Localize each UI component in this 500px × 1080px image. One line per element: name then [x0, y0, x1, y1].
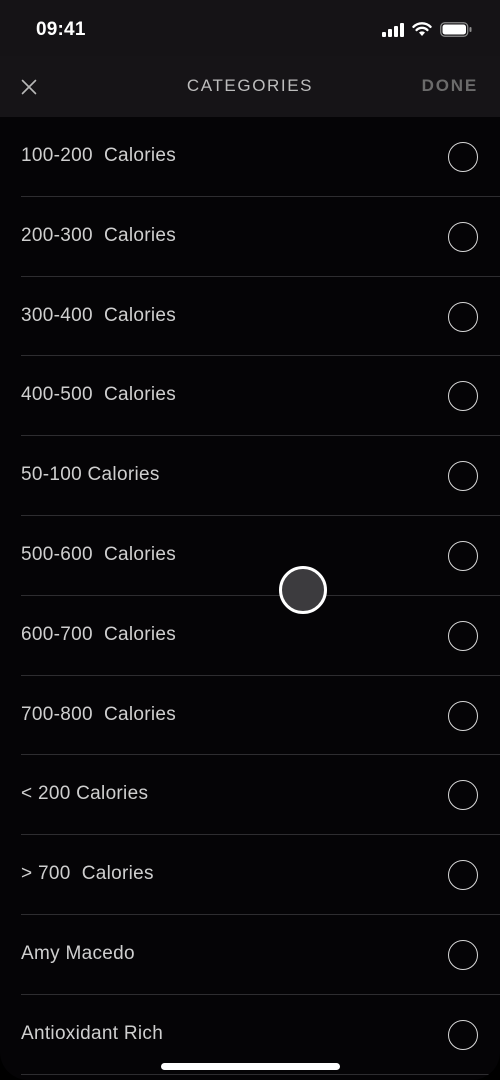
radio-button[interactable]: [448, 860, 478, 891]
home-indicator[interactable]: [161, 1063, 340, 1070]
category-item[interactable]: 200-300 Calories: [0, 197, 500, 277]
radio-button[interactable]: [448, 381, 478, 412]
category-item[interactable]: 100-200 Calories: [0, 117, 500, 197]
status-bar: 09:41: [0, 0, 500, 56]
status-time: 09:41: [36, 19, 86, 40]
category-item[interactable]: 300-400 Calories: [0, 277, 500, 357]
category-item[interactable]: < 200 Calories: [0, 755, 500, 836]
radio-button[interactable]: [448, 540, 478, 571]
category-item[interactable]: 600-700 Calories: [0, 596, 500, 676]
category-label: 50-100 Calories: [21, 464, 160, 486]
category-label: > 700 Calories: [21, 863, 154, 885]
done-button[interactable]: DONE: [422, 76, 478, 96]
nav-bar: CATEGORIES DONE: [0, 56, 500, 117]
radio-button[interactable]: [448, 620, 478, 651]
category-label: 500-600 Calories: [21, 543, 177, 565]
radio-button[interactable]: [448, 221, 478, 252]
category-item[interactable]: 50-100 Calories: [0, 436, 500, 516]
radio-button[interactable]: [448, 780, 478, 811]
radio-button[interactable]: [448, 301, 478, 332]
separator: [21, 1073, 500, 1075]
category-label: 400-500 Calories: [21, 384, 177, 406]
category-label: 200-300 Calories: [21, 224, 177, 246]
category-item[interactable]: > 700 Calories: [0, 835, 500, 915]
category-item[interactable]: 500-600 Calories: [0, 516, 500, 596]
category-label: < 200 Calories: [21, 783, 149, 805]
wifi-icon: [412, 22, 432, 36]
touch-indicator: [279, 566, 327, 614]
category-item[interactable]: 400-500 Calories: [0, 356, 500, 437]
category-label: 700-800 Calories: [21, 703, 177, 725]
category-item[interactable]: 700-800 Calories: [0, 676, 500, 756]
radio-button[interactable]: [448, 1019, 478, 1050]
radio-button[interactable]: [448, 939, 478, 970]
signal-icon: [382, 22, 404, 37]
radio-button[interactable]: [448, 142, 478, 172]
status-icons: [382, 22, 472, 37]
screen: 09:41 CATEGORIES DONE 100-200 Calories 2…: [0, 0, 500, 1080]
category-label: 300-400 Calories: [21, 304, 177, 326]
radio-button[interactable]: [448, 700, 478, 731]
category-label: Amy Macedo: [21, 942, 135, 964]
category-label: 600-700 Calories: [21, 623, 177, 645]
radio-button[interactable]: [448, 461, 478, 492]
battery-icon: [440, 22, 472, 37]
category-label: 100-200 Calories: [21, 145, 177, 166]
category-item[interactable]: Amy Macedo: [0, 915, 500, 995]
category-list: 100-200 Calories 200-300 Calories 300-40…: [0, 117, 500, 1075]
category-label: Antioxidant Rich: [21, 1022, 164, 1044]
